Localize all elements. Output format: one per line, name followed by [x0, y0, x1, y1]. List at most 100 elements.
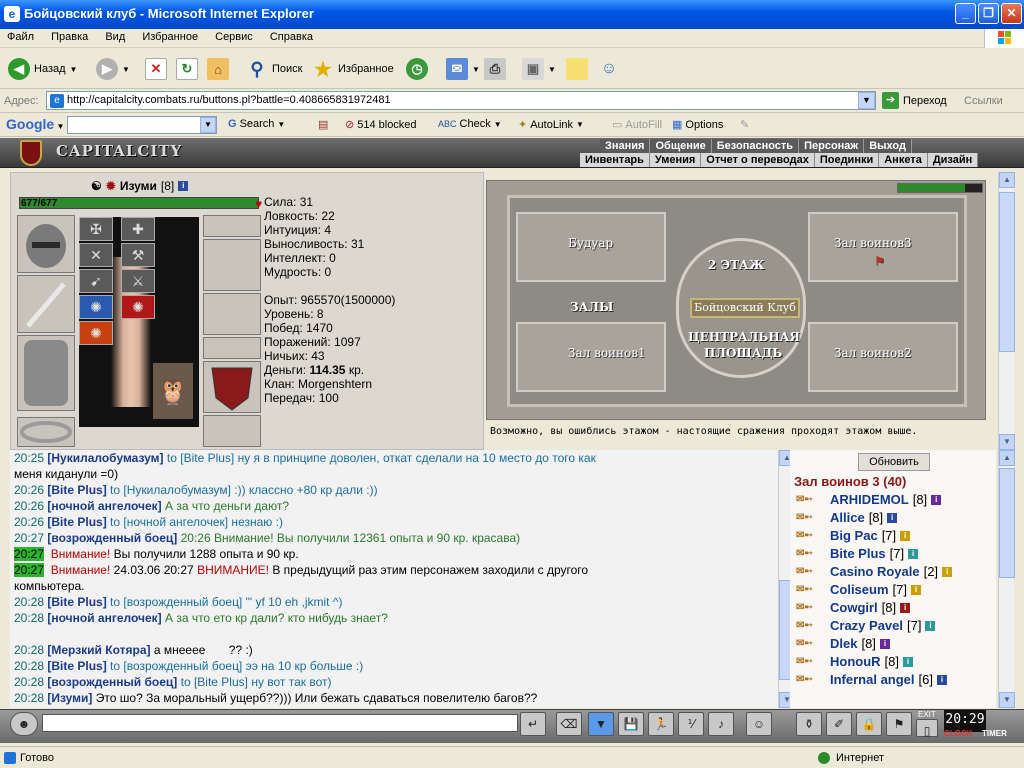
print-button[interactable]: ⎙	[484, 55, 506, 83]
player-info-icon[interactable]: i	[900, 602, 911, 613]
autolink-button[interactable]: ✦ AutoLink ▼	[518, 118, 584, 132]
player-info-icon[interactable]: i	[942, 566, 953, 577]
character-name[interactable]: ☯ ✹ Изуми [8] i	[91, 179, 189, 193]
chat-time[interactable]: 20:27	[14, 547, 45, 561]
room-warriors-1[interactable]: Зал воинов1	[516, 322, 666, 392]
rune-slot-5[interactable]: ✺	[79, 321, 113, 345]
room-boudoir[interactable]: Будуар	[516, 212, 666, 282]
favorites-button[interactable]: ★ Избранное	[312, 55, 394, 83]
player-entry[interactable]: ✉➸ Bite Plus [7] i	[796, 546, 919, 561]
player-name[interactable]: Bite Plus	[830, 546, 886, 561]
save-log-button[interactable]: 💾	[618, 712, 644, 736]
chat-author[interactable]: [Bite Plus]	[47, 515, 106, 529]
private-message-icon[interactable]: ✉➸	[796, 548, 826, 559]
edit-button[interactable]: ▣ ▼	[522, 55, 556, 83]
refresh-button[interactable]: ↻	[176, 55, 198, 83]
popup-blocker-button[interactable]: ⊘ 514 blocked	[345, 118, 417, 132]
player-name[interactable]: Casino Royale	[830, 564, 920, 579]
google-logo[interactable]: Google ▼	[6, 116, 64, 132]
home-button[interactable]: ⌂	[207, 55, 229, 83]
timer-label[interactable]: TIMER	[982, 729, 1007, 738]
player-info-icon[interactable]: i	[900, 530, 911, 541]
nav-skills[interactable]: Умения	[649, 153, 702, 167]
scroll-thumb[interactable]	[999, 192, 1015, 352]
player-entry[interactable]: ✉➸ Cowgirl [8] i	[796, 600, 911, 615]
player-entry[interactable]: ✉➸ Crazy Pavel [7] i	[796, 618, 936, 633]
chat-author[interactable]: [Bite Plus]	[47, 483, 106, 497]
boots-slot[interactable]	[203, 415, 261, 447]
lock-icon[interactable]: 🔒	[856, 712, 882, 736]
weapon-slot[interactable]	[17, 275, 75, 333]
player-info-icon[interactable]: i	[887, 512, 898, 523]
rune-slot-2[interactable]: ✕	[79, 243, 113, 267]
spellcheck-button[interactable]: ABC Check ▼	[438, 118, 502, 130]
player-name[interactable]: ARHIDEMOL	[830, 492, 909, 507]
news-button[interactable]: ▤	[318, 118, 328, 131]
nav-exit[interactable]: Выход	[864, 139, 912, 153]
gloves-slot[interactable]	[203, 293, 261, 335]
belt-slot[interactable]	[17, 417, 75, 447]
chat-author[interactable]: [Изуми]	[47, 691, 92, 705]
private-message-icon[interactable]: ✉➸	[796, 638, 826, 649]
google-search-dropdown[interactable]: ▼	[200, 117, 216, 133]
chat-time[interactable]: 20:28	[14, 595, 44, 609]
chat-time[interactable]: 20:25	[14, 451, 44, 465]
menu-file[interactable]: Файл	[0, 29, 41, 45]
scroll-icon[interactable]: ✐	[826, 712, 852, 736]
nav-knowledge[interactable]: Знания	[600, 139, 651, 153]
rings-slot[interactable]	[203, 337, 261, 359]
player-info-icon[interactable]: i	[937, 674, 947, 685]
private-message-icon[interactable]: ✉➸	[796, 584, 826, 595]
discuss-button[interactable]	[566, 55, 588, 83]
menu-tools[interactable]: Сервис	[208, 29, 260, 45]
player-name[interactable]: Big Pac	[830, 528, 878, 543]
chat-author[interactable]: [Bite Plus]	[47, 659, 106, 673]
player-info-icon[interactable]: i	[910, 584, 921, 595]
private-message-icon[interactable]: ✉➸	[796, 494, 826, 505]
helmet-slot[interactable]	[17, 215, 75, 273]
google-search-button[interactable]: G Search ▼	[228, 118, 285, 130]
player-entry[interactable]: ✉➸ Dlek [8] i	[796, 636, 890, 651]
nav-inventory[interactable]: Инвентарь	[580, 153, 650, 167]
nav-transfers-report[interactable]: Отчет о переводах	[701, 153, 815, 167]
nav-design[interactable]: Дизайн	[927, 153, 979, 167]
chat-author[interactable]: [Bite Plus]	[47, 595, 106, 609]
refresh-button[interactable]: Обновить	[858, 453, 930, 471]
chat-time[interactable]: 20:26	[14, 515, 44, 529]
chat-input[interactable]	[42, 714, 518, 732]
player-info-icon[interactable]: i	[931, 494, 942, 505]
clear-button[interactable]: ⌫	[556, 712, 582, 736]
players-scrollbar[interactable]: ▲ ▼	[998, 450, 1015, 708]
search-button[interactable]: ⚲ Поиск	[246, 55, 302, 83]
menu-edit[interactable]: Правка	[44, 29, 95, 45]
scroll-up-button[interactable]: ▲	[999, 172, 1015, 188]
rune-slot-3[interactable]: ➹	[79, 269, 113, 293]
scroll-down-button[interactable]: ▼	[999, 434, 1015, 450]
owl-pet-icon[interactable]: 🦉	[153, 363, 193, 419]
room-warriors-2[interactable]: Зал воинов2	[808, 322, 958, 392]
translit-button[interactable]: ⅟	[678, 712, 704, 736]
chat-author[interactable]: [ночной ангелочек]	[47, 611, 161, 625]
exit-button[interactable]: EXIT	[918, 710, 936, 719]
info-icon[interactable]: i	[178, 181, 189, 191]
options-button[interactable]: ▦ Options	[672, 118, 723, 132]
nav-security[interactable]: Безопасность	[711, 139, 800, 153]
nav-communication[interactable]: Общение	[650, 139, 712, 153]
chat-time[interactable]: 20:27	[14, 531, 44, 545]
smile-menu-icon[interactable]: ☻	[10, 712, 38, 736]
clock-label[interactable]: CLOCK	[944, 729, 972, 738]
chat-author[interactable]: [ночной ангелочек]	[47, 499, 161, 513]
flag-icon[interactable]: ⚑	[886, 712, 912, 736]
chat-time[interactable]: 20:28	[14, 611, 44, 625]
links-button[interactable]: Ссылки	[964, 95, 1003, 107]
top-scrollbar[interactable]: ▲ ▼	[998, 172, 1015, 450]
chat-time[interactable]: 20:26	[14, 499, 44, 513]
player-name[interactable]: Cowgirl	[830, 600, 878, 615]
bottle-icon[interactable]: ⚱	[796, 712, 822, 736]
autofill-button[interactable]: ▭ AutoFill	[612, 118, 662, 132]
ring-slot[interactable]	[203, 215, 261, 237]
rune-slot-7[interactable]: ⚒	[121, 243, 155, 267]
private-message-icon[interactable]: ✉➸	[796, 512, 826, 523]
chat-time[interactable]: 20:28	[14, 675, 44, 689]
chat-author[interactable]: [Нукилалобумазум]	[47, 451, 163, 465]
